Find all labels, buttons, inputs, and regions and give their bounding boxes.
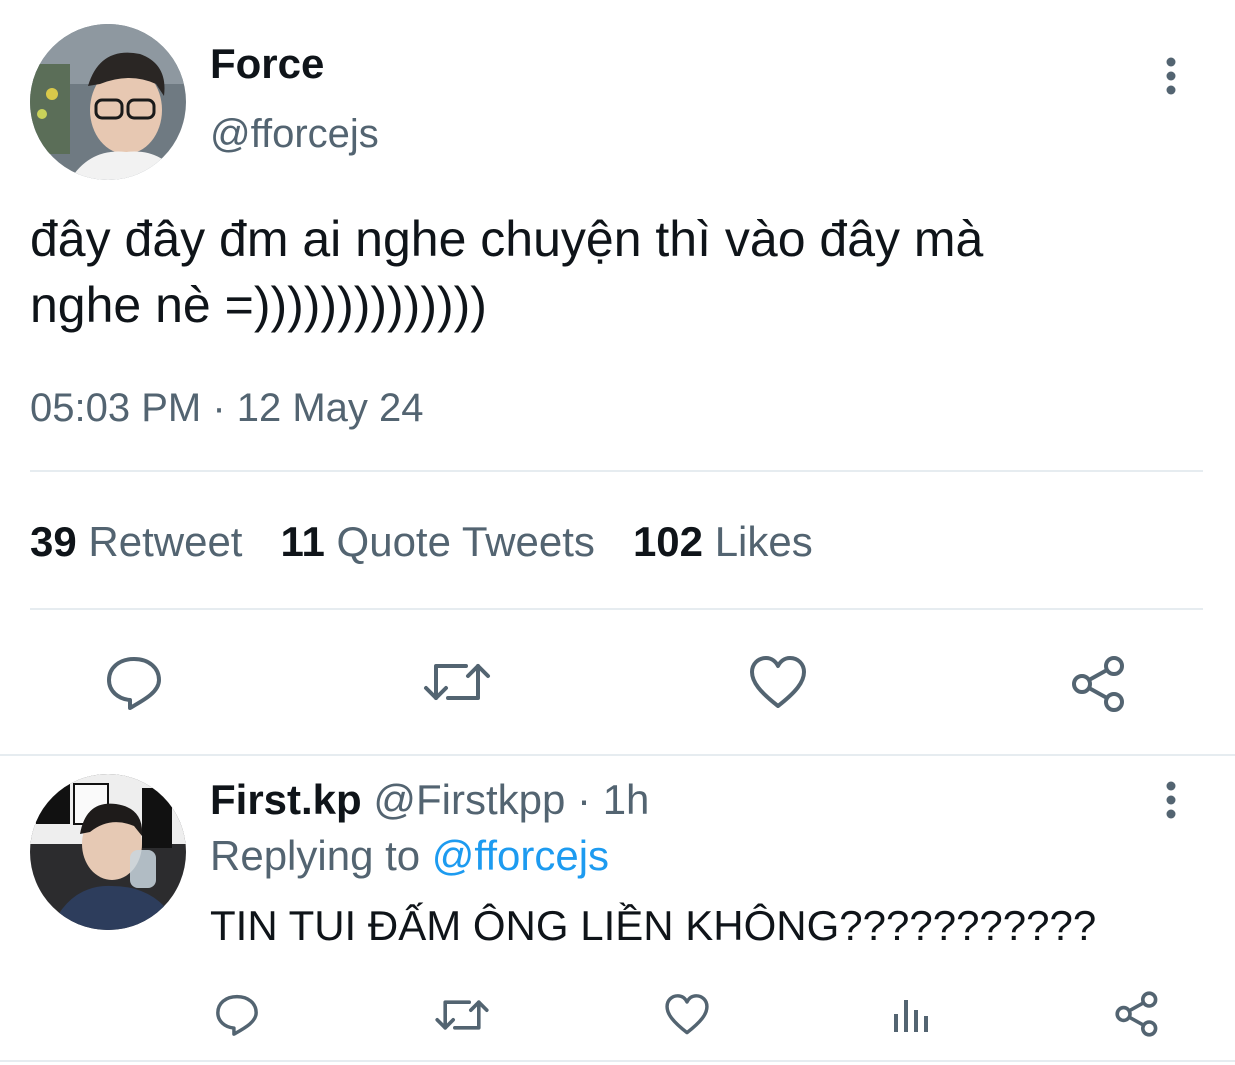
reply-icon[interactable] (104, 654, 164, 712)
reply-reply-icon[interactable] (214, 992, 260, 1038)
share-icon[interactable] (1070, 654, 1130, 714)
quote-tweets-count: 11 (280, 518, 325, 565)
author-avatar[interactable] (30, 24, 186, 180)
tweet-stats: 39 Retweet 11 Quote Tweets 102 Likes (30, 518, 813, 566)
divider (30, 608, 1203, 610)
replying-to: Replying to @fforcejs (210, 832, 609, 880)
tweet-timestamp[interactable]: 05:03 PM · 12 May 24 (30, 386, 424, 431)
divider (0, 1060, 1235, 1062)
quote-tweets-label: Quote Tweets (336, 518, 595, 565)
replying-to-label: Replying to (210, 832, 421, 879)
retweet-icon[interactable] (422, 656, 492, 708)
divider (30, 470, 1203, 472)
like-icon[interactable] (748, 654, 808, 712)
tweet-text-line-2: nghe nè =)))))))))))))) (30, 277, 487, 333)
retweets-label: Retweet (88, 518, 243, 565)
reply-handle[interactable]: @Firstkpp (373, 776, 565, 823)
analytics-icon[interactable] (890, 996, 934, 1036)
reply-share-icon[interactable] (1114, 990, 1162, 1038)
author-handle[interactable]: @fforcejs (210, 112, 379, 157)
reply-more-options-icon[interactable] (1160, 780, 1182, 820)
reply-author-avatar[interactable] (30, 774, 186, 930)
likes-stat[interactable]: 102 Likes (633, 518, 813, 565)
reply-header: First.kp @Firstkpp · 1h (210, 776, 649, 824)
likes-count: 102 (632, 518, 704, 565)
divider (0, 754, 1235, 756)
retweets-count: 39 (30, 518, 77, 565)
retweets-stat[interactable]: 39 Retweet (30, 518, 242, 565)
quote-tweets-stat[interactable]: 11 Quote Tweets (280, 518, 594, 565)
tweet-text-line-1: đây đây đm ai nghe chuyện thì vào đây mà (30, 211, 984, 267)
reply-display-name[interactable]: First.kp (210, 776, 362, 823)
replying-to-handle[interactable]: @fforcejs (432, 832, 609, 879)
reply-text: TIN TUI ĐẤM ÔNG LIỀN KHÔNG??????????? (210, 902, 1097, 949)
reply-like-icon[interactable] (664, 992, 710, 1038)
reply-retweet-icon[interactable] (434, 994, 490, 1036)
reply-time[interactable]: · 1h (577, 776, 649, 823)
author-display-name[interactable]: Force (210, 40, 324, 88)
likes-label: Likes (714, 518, 813, 565)
tweet-text: đây đây đm ai nghe chuyện thì vào đây mà… (30, 206, 983, 338)
more-options-icon[interactable] (1160, 56, 1182, 96)
